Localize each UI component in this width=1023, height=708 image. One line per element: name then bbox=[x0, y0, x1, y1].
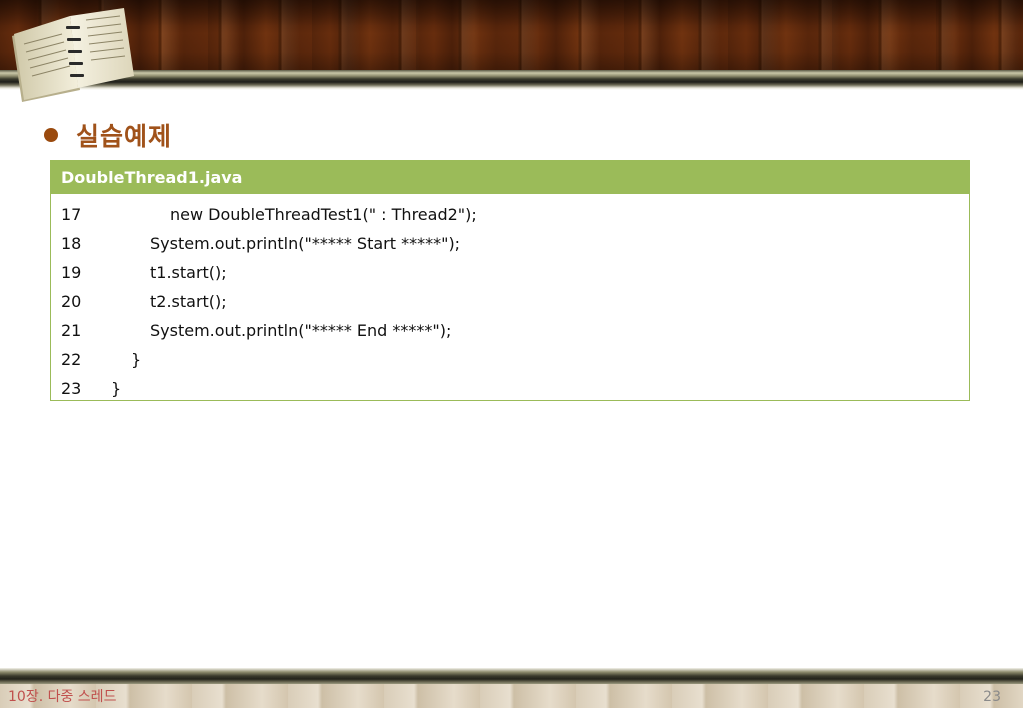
line-number: 23 bbox=[61, 379, 82, 398]
line-code: } bbox=[131, 350, 142, 369]
code-box: DoubleThread1.java 17 new DoubleThreadTe… bbox=[50, 160, 970, 401]
line-number: 22 bbox=[61, 350, 82, 369]
code-line: 22 } bbox=[51, 345, 969, 374]
line-number: 19 bbox=[61, 263, 82, 282]
code-line: 20 t2.start(); bbox=[51, 287, 969, 316]
code-line: 18 System.out.println("***** Start *****… bbox=[51, 229, 969, 258]
footer-wood-strip bbox=[0, 684, 1023, 708]
slide-title: 실습예제 bbox=[76, 122, 173, 151]
code-lines: 17 new DoubleThreadTest1(" : Thread2"); … bbox=[51, 194, 969, 403]
code-line: 17 new DoubleThreadTest1(" : Thread2"); bbox=[51, 200, 969, 229]
code-line: 21 System.out.println("***** End *****")… bbox=[51, 316, 969, 345]
line-code: System.out.println("***** End *****"); bbox=[150, 321, 452, 340]
line-code: System.out.println("***** Start *****"); bbox=[150, 234, 461, 253]
code-line: 23 } bbox=[51, 374, 969, 403]
line-code: } bbox=[111, 379, 122, 398]
slide-title-row: 실습예제 bbox=[44, 118, 172, 152]
slide: 실습예제 DoubleThread1.java 17 new DoubleThr… bbox=[0, 0, 1023, 708]
open-book-icon bbox=[12, 8, 134, 102]
line-number: 20 bbox=[61, 292, 82, 311]
line-code: t2.start(); bbox=[150, 292, 227, 311]
header-rail bbox=[0, 70, 1023, 90]
page-number: 23 bbox=[983, 689, 1001, 705]
code-filename: DoubleThread1.java bbox=[51, 161, 969, 194]
line-number: 18 bbox=[61, 234, 82, 253]
code-line: 19 t1.start(); bbox=[51, 258, 969, 287]
footer-chapter: 10장. 다중 스레드 bbox=[8, 689, 117, 705]
header-shade bbox=[0, 0, 1023, 74]
line-code: new DoubleThreadTest1(" : Thread2"); bbox=[170, 205, 477, 224]
line-code: t1.start(); bbox=[150, 263, 227, 282]
bullet-dot-icon bbox=[44, 128, 58, 142]
line-number: 21 bbox=[61, 321, 82, 340]
line-number: 17 bbox=[61, 205, 82, 224]
